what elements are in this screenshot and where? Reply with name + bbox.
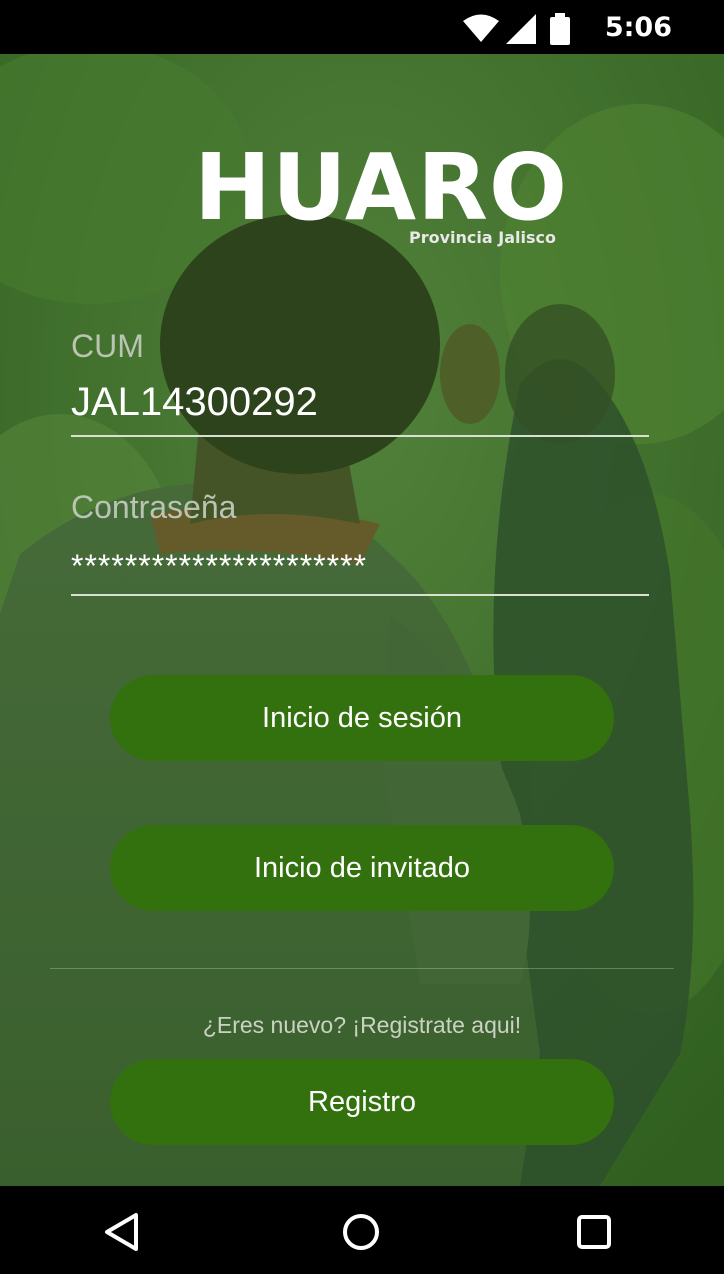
- guest-login-button[interactable]: Inicio de invitado: [110, 825, 614, 911]
- status-time: 5:06: [604, 12, 672, 43]
- home-icon[interactable]: [341, 1212, 381, 1252]
- navigation-bar: [0, 1186, 724, 1274]
- signal-icon: [506, 14, 536, 44]
- background-photo: HUARO Provincia Jalisco CUM JAL14300292 …: [0, 54, 724, 1186]
- cum-underline: [71, 435, 649, 437]
- cum-label: CUM: [71, 328, 144, 364]
- register-hint: ¿Eres nuevo? ¡Registrate aqui!: [202, 1012, 522, 1038]
- battery-icon: [550, 13, 570, 45]
- password-label: Contraseña: [71, 489, 237, 525]
- password-underline: [71, 594, 649, 596]
- back-icon[interactable]: [102, 1212, 142, 1252]
- recent-apps-icon[interactable]: [574, 1212, 614, 1252]
- login-screen: 5:06 HUARO Provincia Jalisco CUM JAL1430…: [0, 0, 724, 1274]
- app-logo-subtitle: Provincia Jalisco: [409, 228, 556, 247]
- register-button[interactable]: Registro: [110, 1059, 614, 1145]
- wifi-icon: [463, 14, 499, 42]
- app-logo-title: HUARO: [194, 134, 569, 241]
- status-bar: 5:06: [0, 0, 724, 54]
- login-button[interactable]: Inicio de sesión: [110, 675, 614, 761]
- divider: [50, 968, 674, 969]
- password-input[interactable]: **********************: [71, 548, 367, 585]
- cum-input[interactable]: JAL14300292: [71, 380, 318, 425]
